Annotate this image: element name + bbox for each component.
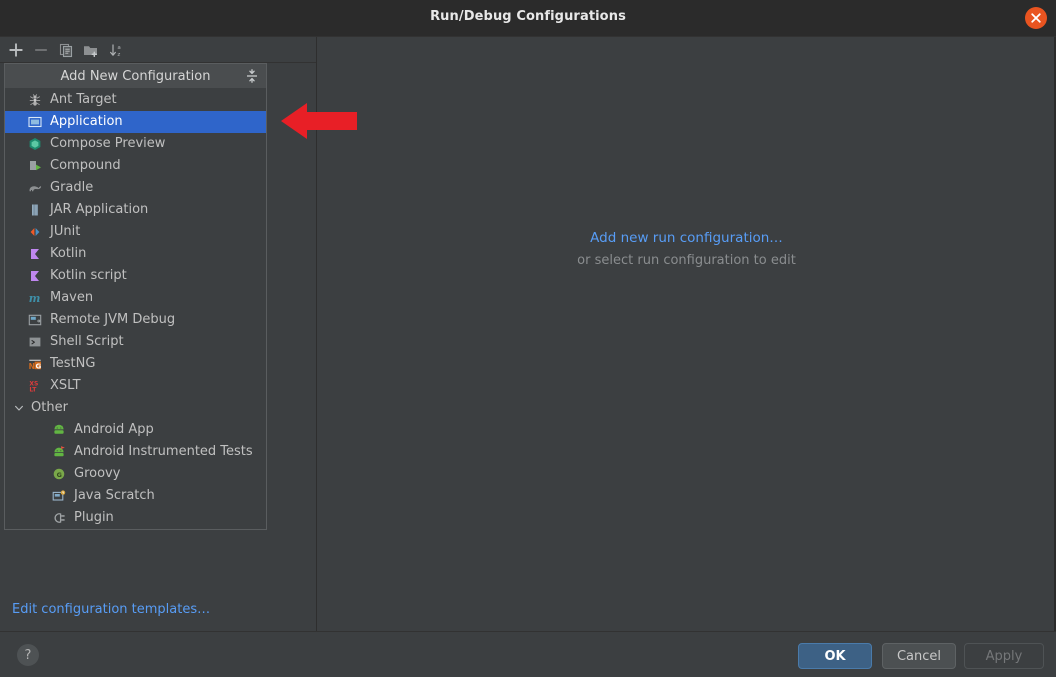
svg-text:m: m [29,292,41,305]
list-item-label: Shell Script [50,334,124,349]
ant-icon [27,92,43,108]
list-item-label: Remote JVM Debug [50,312,176,327]
empty-state-hint: or select run configuration to edit [577,253,796,268]
run-debug-configurations-dialog: Run/Debug Configurations a z Add New Con… [0,0,1056,677]
svg-text:LT: LT [29,387,37,393]
help-button[interactable]: ? [17,644,39,666]
list-group-label: Other [31,400,68,415]
list-item-java-scratch[interactable]: Java Scratch [5,485,266,507]
svg-text:z: z [117,52,120,58]
list-item-kotlin[interactable]: Kotlin [5,243,266,265]
collapse-expand-icon[interactable] [244,68,260,84]
list-item-junit[interactable]: JUnit [5,221,266,243]
list-item-label: Compose Preview [50,136,166,151]
list-item-label: Ant Target [50,92,117,107]
new-folder-button[interactable] [81,40,101,60]
add-configuration-button[interactable] [6,40,26,60]
list-item-label: Application [50,114,123,129]
configuration-detail-panel: Add new run configuration… or select run… [317,37,1056,631]
list-item-testng[interactable]: N G TestNG [5,353,266,375]
compose-icon [27,136,43,152]
remote-debug-icon [27,312,43,328]
list-item-label: Groovy [74,466,121,481]
add-new-configuration-popup: Add New Configuration Ant Target Applica… [4,63,267,530]
jar-icon [27,202,43,218]
list-item-compose-preview[interactable]: Compose Preview [5,133,266,155]
list-item-label: JAR Application [50,202,149,217]
list-item-label: Kotlin [50,246,87,261]
sort-alphabetical-icon[interactable]: a z [107,40,127,60]
list-item-label: TestNG [50,356,96,371]
list-item-label: Android Instrumented Tests [74,444,253,459]
window-title: Run/Debug Configurations [430,9,626,24]
list-item-label: Gradle [50,180,94,195]
list-item-shell-script[interactable]: Shell Script [5,331,266,353]
list-item-jar-application[interactable]: JAR Application [5,199,266,221]
list-item-label: Compound [50,158,121,173]
list-item-groovy[interactable]: G Groovy [5,463,266,485]
kotlin-script-icon [27,268,43,284]
list-item-kotlin-script[interactable]: Kotlin script [5,265,266,287]
list-group-other[interactable]: Other [5,397,266,419]
android-test-icon [51,444,67,460]
configuration-type-list: Ant Target Application Compose Preview C… [5,89,266,529]
svg-text:G: G [36,362,42,370]
remove-configuration-button[interactable] [31,40,51,60]
ok-button[interactable]: OK [798,643,872,669]
apply-button[interactable]: Apply [964,643,1044,669]
popup-title: Add New Configuration [60,68,211,84]
groovy-icon: G [51,466,67,482]
list-item-label: Kotlin script [50,268,127,283]
list-item-gradle[interactable]: Gradle [5,177,266,199]
maven-icon: m [27,290,43,306]
list-item-label: Java Scratch [74,488,155,503]
xslt-icon: XS LT [27,378,43,394]
edit-configuration-templates-link[interactable]: Edit configuration templates… [12,602,210,617]
list-item-remote-jvm-debug[interactable]: Remote JVM Debug [5,309,266,331]
svg-text:a: a [117,45,120,51]
java-scratch-icon [51,488,67,504]
cancel-button[interactable]: Cancel [882,643,956,669]
configurations-toolbar: a z [0,37,316,63]
application-icon [27,114,43,130]
compound-icon [27,158,43,174]
list-item-maven[interactable]: m Maven [5,287,266,309]
list-item-label: XSLT [50,378,81,393]
dialog-bottom-bar: ? OK Cancel Apply [0,631,1056,677]
add-new-run-configuration-link[interactable]: Add new run configuration… [317,230,1056,246]
list-item-android-app[interactable]: Android App [5,419,266,441]
copy-configuration-button[interactable] [56,40,76,60]
list-item-label: Android App [74,422,154,437]
list-item-label: JUnit [50,224,81,239]
list-item-label: Maven [50,290,94,305]
list-item-application[interactable]: Application [5,111,266,133]
close-icon[interactable] [1025,7,1047,29]
popup-header: Add New Configuration [5,64,266,89]
plugin-icon [51,510,67,526]
list-item-compound[interactable]: Compound [5,155,266,177]
chevron-down-icon[interactable] [11,402,27,414]
shell-script-icon [27,334,43,350]
svg-text:G: G [57,471,62,479]
empty-state: Add new run configuration… or select run… [317,230,1056,268]
junit-icon [27,224,43,240]
list-item-label: Plugin [74,510,114,525]
testng-icon: N G [27,356,43,372]
gradle-icon [27,180,43,196]
list-item-ant-target[interactable]: Ant Target [5,89,266,111]
list-item-xslt[interactable]: XS LT XSLT [5,375,266,397]
list-item-android-instrumented-tests[interactable]: Android Instrumented Tests [5,441,266,463]
list-item-plugin[interactable]: Plugin [5,507,266,529]
svg-text:N: N [29,362,35,371]
android-icon [51,422,67,438]
kotlin-icon [27,246,43,262]
title-bar: Run/Debug Configurations [0,0,1056,37]
